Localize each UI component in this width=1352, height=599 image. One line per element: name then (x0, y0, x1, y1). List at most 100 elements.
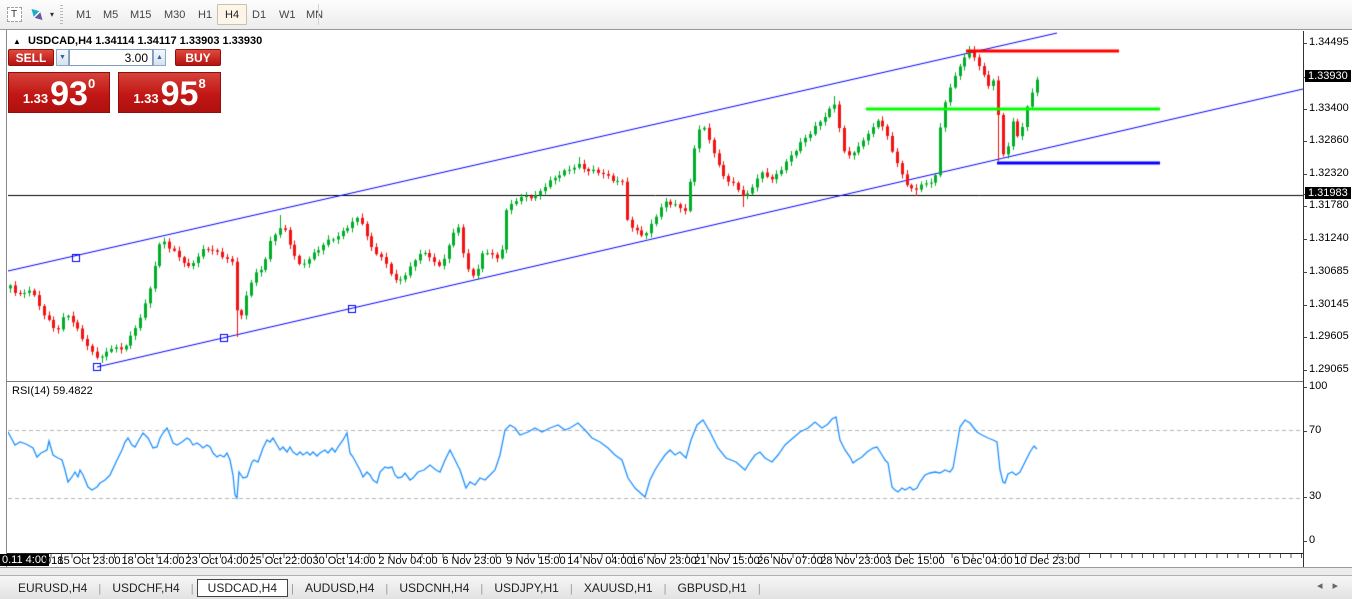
rsi-value: 59.4822 (52, 385, 93, 397)
rsi-chart-canvas[interactable] (8, 382, 1303, 553)
tab-scroll-arrows[interactable]: ◂▸ (1317, 579, 1348, 592)
tab-separator: | (566, 582, 576, 595)
sell-price-big: 93 (50, 75, 88, 114)
price-label: 1.32320 (1309, 166, 1349, 179)
time-label: 15 Oct 23:00 (57, 555, 121, 567)
timeframe-button-mn[interactable]: MN (298, 4, 331, 25)
time-label: 23 Oct 04:00 (185, 555, 249, 567)
rsi-name: RSI(14) (12, 385, 50, 397)
price-label: 1.34495 (1309, 35, 1349, 48)
sell-price-panel[interactable]: 1.33 93 0 (8, 72, 110, 113)
time-label: 3 Dec 15:00 (885, 555, 945, 567)
chart-tab-bar: EURUSD,H4 | USDCHF,H4 | USDCAD,H4 | AUDU… (0, 575, 1352, 599)
price-tick (1303, 42, 1307, 44)
price-label: 1.31240 (1309, 231, 1349, 244)
ohlc-high: 1.34117 (137, 35, 177, 47)
price-label: 1.29065 (1309, 363, 1349, 375)
time-label: 6 Nov 23:00 (442, 555, 502, 567)
price-tick (1303, 108, 1307, 110)
timeframe-button-h1[interactable]: H1 (190, 4, 220, 25)
sell-button[interactable]: SELL (8, 49, 54, 66)
tab-separator: | (95, 582, 105, 595)
rsi-tick (1303, 541, 1307, 542)
text-tool-button[interactable]: T (4, 4, 24, 25)
chart-tab-usdchf[interactable]: USDCHF,H4 (104, 580, 187, 596)
time-label: 21 Nov 15:00 (694, 555, 760, 567)
price-axis-border (1303, 31, 1304, 567)
volume-decrease-button[interactable]: ▼ (56, 49, 69, 66)
chart-tab-audusd[interactable]: AUDUSD,H4 (297, 580, 382, 596)
price-label: 1.30685 (1309, 265, 1349, 278)
tab-separator: | (754, 582, 761, 595)
collapse-triangle-icon[interactable]: ▲ (13, 37, 21, 46)
chart-title: ▲ USDCAD,H4 1.34114 1.34117 1.33903 1.33… (13, 35, 262, 47)
chart-tab-usdcnh[interactable]: USDCNH,H4 (391, 580, 477, 596)
chart-tab-usdjpy[interactable]: USDJPY,H1 (486, 580, 566, 596)
text-tool-icon: T (6, 7, 22, 22)
price-label: 1.29605 (1309, 330, 1349, 343)
price-tick (1303, 141, 1307, 143)
ohlc-open: 1.34114 (95, 35, 135, 47)
price-tick (1303, 238, 1307, 240)
time-label: 14 Nov 04:00 (567, 555, 633, 567)
buy-price-base: 1.33 (133, 91, 159, 106)
timeframe-button-m30[interactable]: M30 (156, 4, 193, 25)
time-label: 10 Dec 23:00 (1014, 555, 1080, 567)
buy-price-sup: 8 (198, 76, 206, 91)
price-label: 1.33400 (1309, 101, 1349, 114)
time-label: 28 Nov 23:00 (820, 555, 886, 567)
chart-symbol: USDCAD,H4 (27, 35, 93, 47)
ohlc-close: 1.33930 (222, 35, 263, 47)
price-tick (1303, 337, 1307, 339)
volume-increase-button[interactable]: ▲ (153, 49, 166, 66)
sell-price-base: 1.33 (22, 91, 49, 106)
chart-tab-xauusd[interactable]: XAUUSD,H1 (576, 580, 661, 596)
chart-tab-gbpusd[interactable]: GBPUSD,H1 (670, 580, 755, 596)
sell-price-sup: 0 (87, 76, 96, 91)
window-left-border (6, 30, 7, 567)
arrow-style-dropdown-caret[interactable]: ▾ (47, 4, 57, 25)
mt4-window: T ▾ M1 M5 M15 M30 H1 H4 D1 W1 MN ▲ USDCAD,H4 1.3… (0, 0, 1352, 599)
price-tick (1303, 206, 1307, 208)
chart-tab-eurusd[interactable]: EURUSD,H4 (10, 580, 95, 596)
tab-separator: | (382, 582, 392, 595)
timeframe-button-m15[interactable]: M15 (122, 4, 159, 25)
tab-scroll-left-icon[interactable]: ◂ (1317, 580, 1333, 592)
price-label: 1.30145 (1309, 297, 1349, 310)
ohlc-low: 1.33903 (179, 35, 220, 47)
tab-separator: | (288, 582, 298, 595)
buy-price-panel[interactable]: 1.33 95 8 (118, 72, 221, 113)
one-click-trading-panel: SELL ▼ ▲ BUY 1.33 93 0 1.33 95 8 (8, 49, 221, 113)
rsi-axis-label: 0 (1309, 534, 1316, 546)
arrow-style-button[interactable] (27, 4, 47, 25)
tab-scroll-right-icon[interactable]: ▸ (1332, 580, 1348, 592)
tab-separator: | (187, 582, 197, 595)
toolbar-grip (60, 5, 63, 24)
rsi-axis-label: 100 (1309, 380, 1328, 392)
rsi-tick (1303, 387, 1307, 388)
time-label: 9 Nov 15:00 (506, 555, 566, 567)
timeframe-button-h4[interactable]: H4 (217, 4, 248, 25)
volume-input[interactable] (69, 49, 153, 66)
arrow-style-icon (28, 5, 46, 23)
time-label: 25 Oct 22:00 (249, 555, 313, 567)
time-label: 6 Dec 04:00 (953, 555, 1013, 567)
price-tick (1303, 370, 1307, 371)
time-label: 26 Nov 07:00 (757, 555, 823, 567)
chart-tab-usdcad[interactable]: USDCAD,H4 (196, 578, 289, 597)
price-label: 1.31780 (1309, 199, 1349, 212)
toolbar-separator (318, 4, 319, 25)
price-tick (1303, 272, 1307, 274)
price-label-highlighted: 1.31983 (1305, 187, 1351, 200)
time-label: 16 Nov 23:00 (631, 555, 697, 567)
time-label: 30 Oct 14:00 (312, 555, 376, 567)
time-label: 2 Nov 04:00 (378, 555, 438, 567)
price-label: 1.32860 (1309, 134, 1349, 147)
buy-button[interactable]: BUY (175, 49, 221, 66)
buy-price-big: 95 (160, 75, 199, 114)
status-strip (0, 567, 1352, 575)
price-tick (1303, 173, 1307, 175)
timeframe-button-d1[interactable]: D1 (244, 4, 274, 25)
time-label: 18 Oct 14:00 (121, 555, 185, 567)
tab-separator: | (660, 582, 670, 595)
